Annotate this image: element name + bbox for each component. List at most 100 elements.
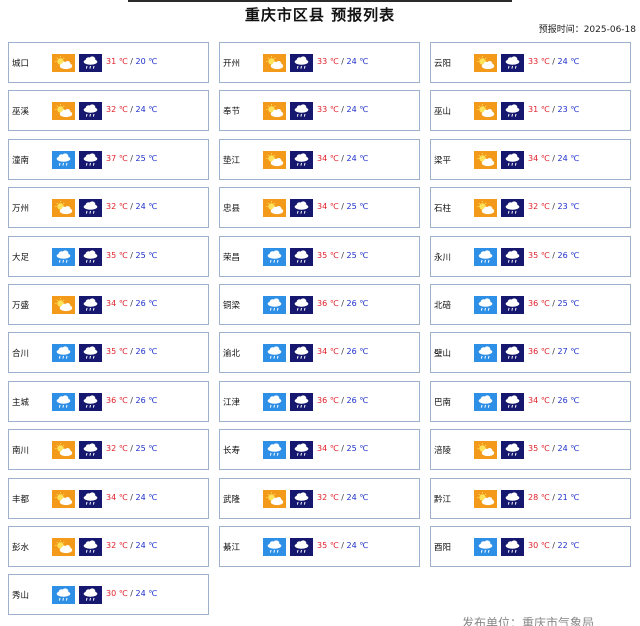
city-forecast-card[interactable]: 万州 32 ℃ / 24 ℃ [8,187,209,229]
city-name[interactable]: 石柱 [434,202,451,214]
city-name[interactable]: 梁平 [434,154,451,166]
max-temp: 34 ℃ [528,153,550,163]
city-name[interactable]: 开州 [223,57,240,69]
city-name[interactable]: 万州 [12,202,29,214]
city-name[interactable]: 綦江 [223,541,240,553]
city-forecast-card[interactable]: 石柱 32 ℃ / 23 ℃ [430,187,631,229]
city-forecast-card[interactable]: 长寿 34 ℃ / 25 ℃ [219,429,420,471]
city-forecast-card[interactable]: 铜梁 36 ℃ / 26 ℃ [219,283,420,325]
city-forecast-card[interactable]: 南川 32 ℃ / 25 ℃ [8,429,209,471]
city-name[interactable]: 璧山 [434,347,451,359]
city-name[interactable]: 巫溪 [12,105,29,117]
city-forecast-card[interactable]: 主城 36 ℃ / 26 ℃ [8,380,209,422]
city-forecast-card[interactable]: 合川 35 ℃ / 26 ℃ [8,332,209,374]
city-name[interactable]: 涪陵 [434,444,451,456]
rain-icon [474,537,497,556]
city-forecast-card[interactable]: 大足 35 ℃ / 25 ℃ [8,235,209,277]
city-name[interactable]: 酉阳 [434,541,451,553]
max-temp: 34 ℃ [106,298,128,308]
city-forecast-card[interactable]: 巫溪 32 ℃ / 24 ℃ [8,90,209,132]
rain-icon [474,247,497,266]
city-name[interactable]: 巴南 [434,396,451,408]
city-forecast-card[interactable]: 巴南 34 ℃ / 26 ℃ [430,380,631,422]
temperature-range: 32 ℃ / 24 ℃ [106,202,157,211]
city-forecast-card[interactable]: 永川 35 ℃ / 26 ℃ [430,235,631,277]
city-name[interactable]: 巫山 [434,105,451,117]
city-forecast-card[interactable]: 开州 33 ℃ / 24 ℃ [219,42,420,83]
city-name[interactable]: 丰都 [12,493,29,505]
city-name[interactable]: 黔江 [434,493,451,505]
city-name[interactable]: 铜梁 [223,299,240,311]
city-name[interactable]: 北碚 [434,299,451,311]
temperature-range: 34 ℃ / 25 ℃ [317,202,368,211]
min-temp: 26 ℃ [346,347,369,357]
city-name[interactable]: 永川 [434,251,451,263]
city-forecast-card[interactable]: 梁平 34 ℃ / 24 ℃ [430,138,631,180]
min-temp: 24 ℃ [557,57,580,66]
city-forecast-card[interactable]: 綦江 35 ℃ / 24 ℃ [219,525,420,567]
max-temp: 30 ℃ [106,589,128,599]
city-forecast-card[interactable]: 武隆 32 ℃ / 24 ℃ [219,477,420,519]
temperature-range: 34 ℃ / 24 ℃ [317,154,368,163]
city-name[interactable]: 城口 [12,57,29,69]
city-forecast-card[interactable]: 涪陵 35 ℃ / 24 ℃ [430,429,631,471]
city-name[interactable]: 万盛 [12,299,29,311]
city-name[interactable]: 荣昌 [223,251,240,263]
night-rain-icon [290,344,313,363]
temperature-range: 36 ℃ / 26 ℃ [317,396,368,405]
city-forecast-card[interactable]: 忠县 34 ℃ / 25 ℃ [219,187,420,229]
city-name[interactable]: 云阳 [434,57,451,69]
city-name[interactable]: 彭水 [12,541,29,553]
city-name[interactable]: 奉节 [223,105,240,117]
city-name[interactable]: 渝北 [223,347,240,359]
temp-separator: / [549,540,558,550]
sunny-cloudy-icon [474,150,497,169]
city-name[interactable]: 忠县 [223,202,240,214]
city-forecast-card[interactable]: 彭水 32 ℃ / 24 ℃ [8,525,209,567]
city-forecast-card[interactable]: 荣昌 35 ℃ / 25 ℃ [219,235,420,277]
city-name[interactable]: 合川 [12,347,29,359]
city-name[interactable]: 秀山 [12,589,29,601]
city-forecast-card[interactable]: 丰都 34 ℃ / 24 ℃ [8,477,209,519]
temp-separator: / [338,250,347,260]
night-rain-icon [290,150,313,169]
temperature-range: 34 ℃ / 24 ℃ [106,493,157,502]
city-name[interactable]: 江津 [223,396,240,408]
city-forecast-card[interactable]: 秀山 30 ℃ / 24 ℃ [8,574,209,616]
city-name[interactable]: 南川 [12,444,29,456]
city-name[interactable]: 主城 [12,396,29,408]
city-name[interactable]: 长寿 [223,444,240,456]
city-name[interactable]: 大足 [12,251,29,263]
city-name[interactable]: 垫江 [223,154,240,166]
city-forecast-card[interactable]: 万盛 34 ℃ / 26 ℃ [8,283,209,325]
city-forecast-card[interactable]: 云阳 33 ℃ / 24 ℃ [430,42,631,83]
min-temp: 26 ℃ [135,347,158,357]
max-temp: 32 ℃ [106,540,128,550]
min-temp: 21 ℃ [557,492,580,502]
city-forecast-card[interactable]: 北碚 36 ℃ / 25 ℃ [430,283,631,325]
city-forecast-card[interactable]: 酉阳 30 ℃ / 22 ℃ [430,525,631,567]
city-forecast-card[interactable]: 奉节 33 ℃ / 24 ℃ [219,90,420,132]
city-forecast-card[interactable]: 垫江 34 ℃ / 24 ℃ [219,138,420,180]
city-forecast-card[interactable]: 璧山 36 ℃ / 27 ℃ [430,332,631,374]
min-temp: 25 ℃ [135,153,158,163]
min-temp: 27 ℃ [557,347,580,357]
city-name[interactable]: 潼南 [12,154,29,166]
max-temp: 33 ℃ [528,57,550,66]
rain-icon [474,392,497,411]
city-name[interactable]: 武隆 [223,493,240,505]
min-temp: 25 ℃ [346,202,369,212]
city-forecast-card[interactable]: 潼南 37 ℃ / 25 ℃ [8,138,209,180]
night-rain-icon [79,199,102,218]
min-temp: 23 ℃ [557,105,580,115]
city-forecast-card[interactable]: 江津 36 ℃ / 26 ℃ [219,380,420,422]
sunny-cloudy-icon [474,102,497,121]
city-forecast-card[interactable]: 城口 31 ℃ / 20 ℃ [8,42,209,83]
city-forecast-card[interactable]: 渝北 34 ℃ / 26 ℃ [219,332,420,374]
city-forecast-card[interactable]: 巫山 31 ℃ / 23 ℃ [430,90,631,132]
night-rain-icon [79,295,102,314]
city-forecast-card[interactable]: 黔江 28 ℃ / 21 ℃ [430,477,631,519]
sunny-cloudy-icon [263,199,286,218]
night-rain-icon [501,247,524,266]
min-temp: 24 ℃ [135,589,158,599]
